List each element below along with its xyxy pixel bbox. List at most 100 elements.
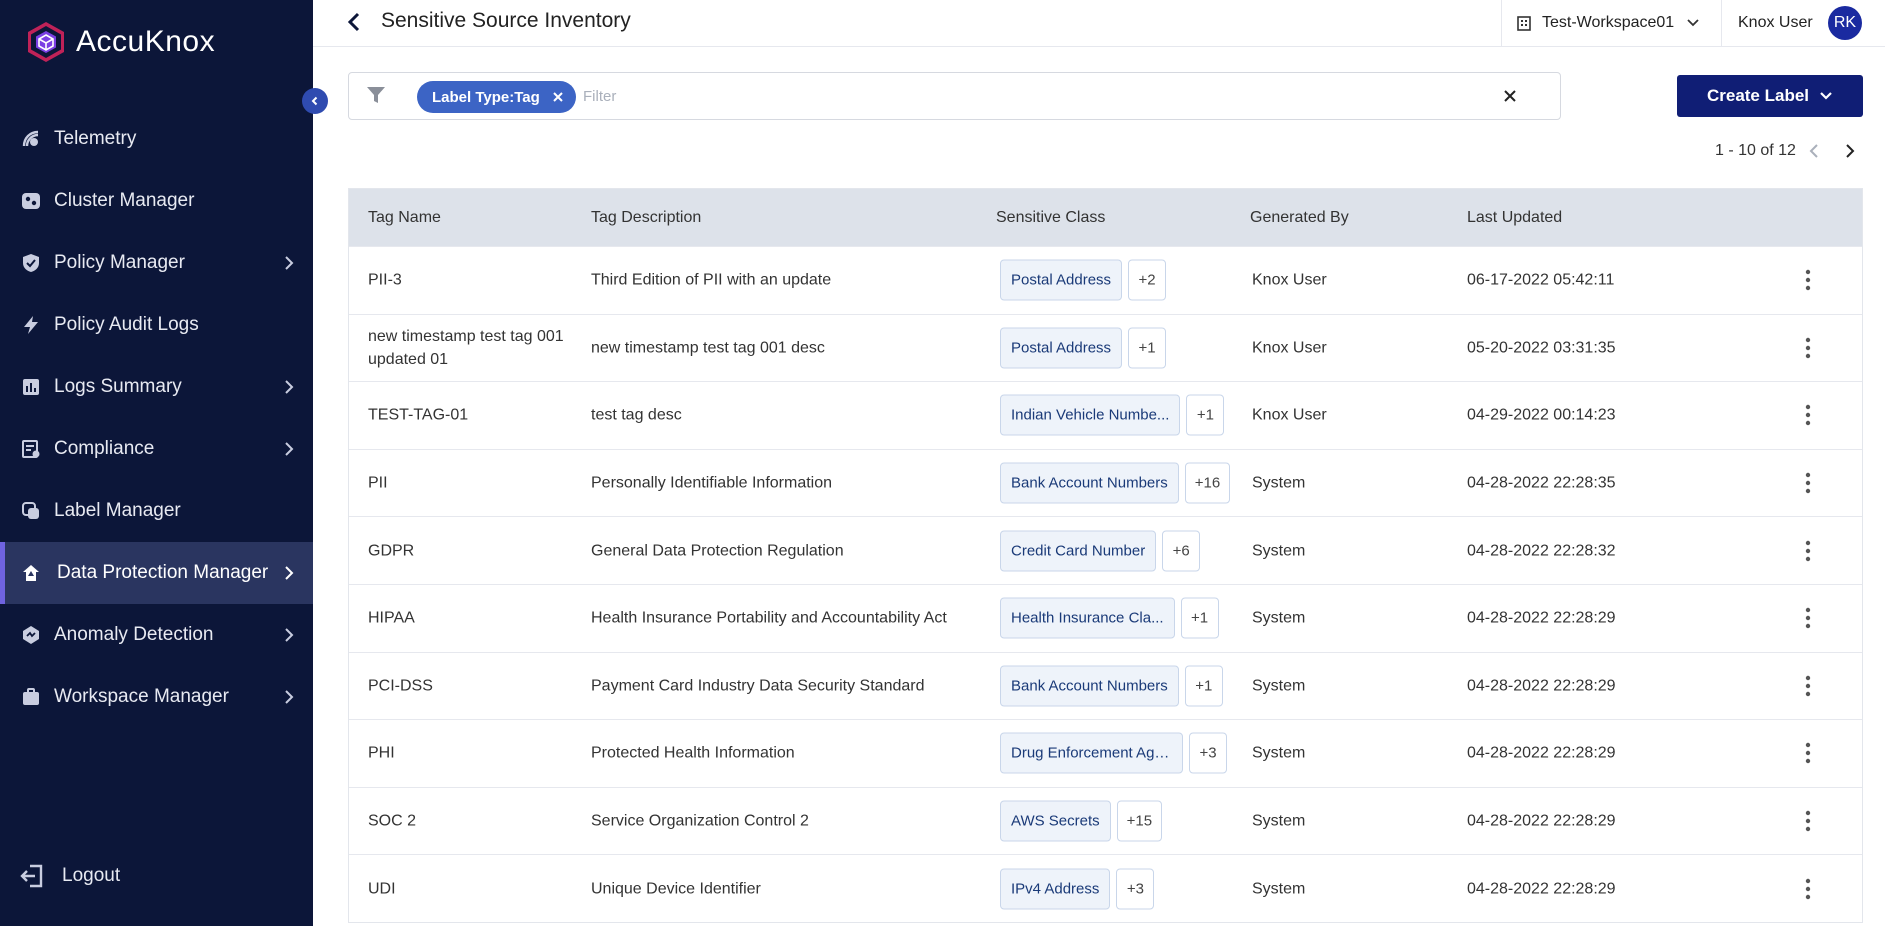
back-arrow-icon[interactable]: [343, 10, 367, 34]
sensitive-class-tag[interactable]: Bank Account Numbers: [1000, 462, 1179, 504]
close-icon[interactable]: [552, 91, 564, 103]
table-row[interactable]: PII Personally Identifiable Information …: [349, 448, 1862, 517]
more-classes-badge[interactable]: +1: [1180, 597, 1219, 639]
table-row[interactable]: UDI Unique Device Identifier IPv4 Addres…: [349, 854, 1862, 922]
sidebar-item-policy-manager[interactable]: Policy Manager: [0, 232, 313, 294]
generated-by-cell: System: [1252, 474, 1306, 492]
row-actions-button[interactable]: [1805, 540, 1811, 562]
filter-icon[interactable]: [365, 84, 387, 106]
clear-filter-icon[interactable]: [1500, 86, 1520, 106]
last-updated-cell: 04-28-2022 22:28:29: [1467, 677, 1616, 695]
row-actions-button[interactable]: [1805, 337, 1811, 359]
column-header-tag-description[interactable]: Tag Description: [591, 209, 971, 227]
more-classes-badge[interactable]: +1: [1128, 327, 1167, 369]
row-actions-button[interactable]: [1805, 878, 1811, 900]
chevron-right-icon: [285, 380, 294, 394]
more-vertical-icon: [1805, 472, 1811, 494]
sensitive-class-cell: Indian Vehicle Numbe... +1: [1000, 394, 1225, 436]
sidebar-item-anomaly-detection[interactable]: Anomaly Detection: [0, 604, 313, 666]
table-row[interactable]: PCI-DSS Payment Card Industry Data Secur…: [349, 651, 1862, 720]
create-label-button[interactable]: Create Label: [1677, 75, 1863, 117]
sidebar-item-workspace-manager[interactable]: Workspace Manager: [0, 666, 313, 728]
more-vertical-icon: [1805, 878, 1811, 899]
sensitive-class-tag[interactable]: Drug Enforcement Age...: [1000, 732, 1183, 774]
workspace-name: Test-Workspace01: [1542, 14, 1675, 31]
sensitive-class-tag[interactable]: Indian Vehicle Numbe...: [1000, 394, 1181, 436]
table-row[interactable]: GDPR General Data Protection Regulation …: [349, 516, 1862, 584]
sensitive-class-tag[interactable]: Health Insurance Cla...: [1000, 597, 1175, 639]
table-row[interactable]: TEST-TAG-01 test tag desc Indian Vehicle…: [349, 381, 1862, 449]
column-header-tag-name[interactable]: Tag Name: [368, 209, 578, 227]
more-classes-badge[interactable]: +15: [1116, 800, 1163, 842]
column-header-last-updated[interactable]: Last Updated: [1467, 209, 1562, 227]
next-page-button[interactable]: [1844, 142, 1856, 160]
logout-icon: [20, 864, 43, 888]
table-row[interactable]: new timestamp test tag 001 updated 01 ne…: [349, 313, 1862, 382]
filter-chip[interactable]: Label Type:Tag: [417, 81, 576, 113]
sensitive-class-tag[interactable]: Postal Address: [1000, 327, 1123, 369]
sidebar-item-label-manager[interactable]: Label Manager: [0, 480, 313, 542]
prev-page-button[interactable]: [1808, 142, 1820, 160]
more-classes-badge[interactable]: +3: [1116, 868, 1155, 910]
last-updated-cell: 04-28-2022 22:28:32: [1467, 542, 1616, 560]
brand-logo[interactable]: AccuKnox: [24, 20, 215, 64]
row-actions-button[interactable]: [1805, 675, 1811, 697]
row-actions-button[interactable]: [1805, 742, 1811, 764]
row-actions-button[interactable]: [1805, 472, 1811, 494]
sidebar-collapse-button[interactable]: [302, 88, 328, 114]
sidebar-item-policy-audit-logs[interactable]: Policy Audit Logs: [0, 294, 313, 356]
sensitive-class-cell: Postal Address +2: [1000, 259, 1167, 301]
sidebar-item-label: Telemetry: [54, 128, 137, 149]
chevron-right-icon: [285, 566, 294, 580]
cluster-icon: [20, 190, 42, 212]
sensitive-class-cell: AWS Secrets +15: [1000, 800, 1163, 842]
chevron-right-icon: [285, 628, 294, 642]
more-classes-badge[interactable]: +16: [1184, 462, 1231, 504]
more-classes-badge[interactable]: +1: [1186, 394, 1225, 436]
logout-button[interactable]: Logout: [20, 863, 120, 889]
user-name[interactable]: Knox User: [1738, 14, 1813, 32]
sidebar-item-cluster-manager[interactable]: Cluster Manager: [0, 170, 313, 232]
sidebar-item-compliance[interactable]: Compliance: [0, 418, 313, 480]
sensitive-class-tag[interactable]: AWS Secrets: [1000, 800, 1111, 842]
generated-by-cell: Knox User: [1252, 339, 1327, 357]
tag-name-cell: SOC 2: [368, 812, 417, 830]
last-updated-cell: 05-20-2022 03:31:35: [1467, 339, 1616, 357]
table-row[interactable]: HIPAA Health Insurance Portability and A…: [349, 583, 1862, 652]
tag-description-cell: Health Insurance Portability and Account…: [591, 609, 947, 627]
sensitive-class-tag[interactable]: Credit Card Number: [1000, 530, 1157, 572]
filter-input[interactable]: [583, 83, 1443, 109]
more-classes-badge[interactable]: +2: [1128, 259, 1167, 301]
sensitive-class-cell: IPv4 Address +3: [1000, 868, 1155, 910]
generated-by-cell: System: [1252, 812, 1306, 830]
avatar[interactable]: RK: [1828, 6, 1862, 40]
table-row[interactable]: PII-3 Third Edition of PII with an updat…: [349, 246, 1862, 314]
data-protection-icon: [20, 562, 42, 584]
pagination-summary: 1 - 10 of 12: [1715, 142, 1796, 159]
workspace-selector[interactable]: Test-Workspace01: [1501, 0, 1722, 46]
sensitive-class-tag[interactable]: IPv4 Address: [1000, 868, 1111, 910]
generated-by-cell: Knox User: [1252, 406, 1327, 424]
sensitive-class-tag[interactable]: Bank Account Numbers: [1000, 665, 1179, 707]
sidebar-item-label: Logs Summary: [54, 376, 182, 397]
row-actions-button[interactable]: [1805, 404, 1811, 426]
row-actions-button[interactable]: [1805, 269, 1811, 291]
column-header-sensitive-class[interactable]: Sensitive Class: [996, 209, 1105, 227]
chevron-down-icon: [1819, 91, 1833, 101]
chevron-left-icon: [311, 96, 318, 106]
row-actions-button[interactable]: [1805, 810, 1811, 832]
tag-name-cell: PII-3: [368, 271, 402, 289]
more-vertical-icon: [1805, 337, 1811, 359]
sensitive-class-tag[interactable]: Postal Address: [1000, 259, 1123, 301]
column-header-generated-by[interactable]: Generated By: [1250, 209, 1349, 227]
sidebar-item-logs-summary[interactable]: Logs Summary: [0, 356, 313, 418]
table-row[interactable]: SOC 2 Service Organization Control 2 AWS…: [349, 786, 1862, 855]
more-classes-badge[interactable]: +1: [1184, 665, 1223, 707]
more-classes-badge[interactable]: +3: [1189, 732, 1227, 774]
sidebar-item-data-protection-manager[interactable]: Data Protection Manager: [0, 542, 313, 604]
table-row[interactable]: PHI Protected Health Information Drug En…: [349, 719, 1862, 787]
sidebar-item-telemetry[interactable]: Telemetry: [0, 108, 313, 170]
row-actions-button[interactable]: [1805, 607, 1811, 629]
more-classes-badge[interactable]: +6: [1162, 530, 1201, 572]
tag-name-cell: PHI: [368, 744, 395, 762]
